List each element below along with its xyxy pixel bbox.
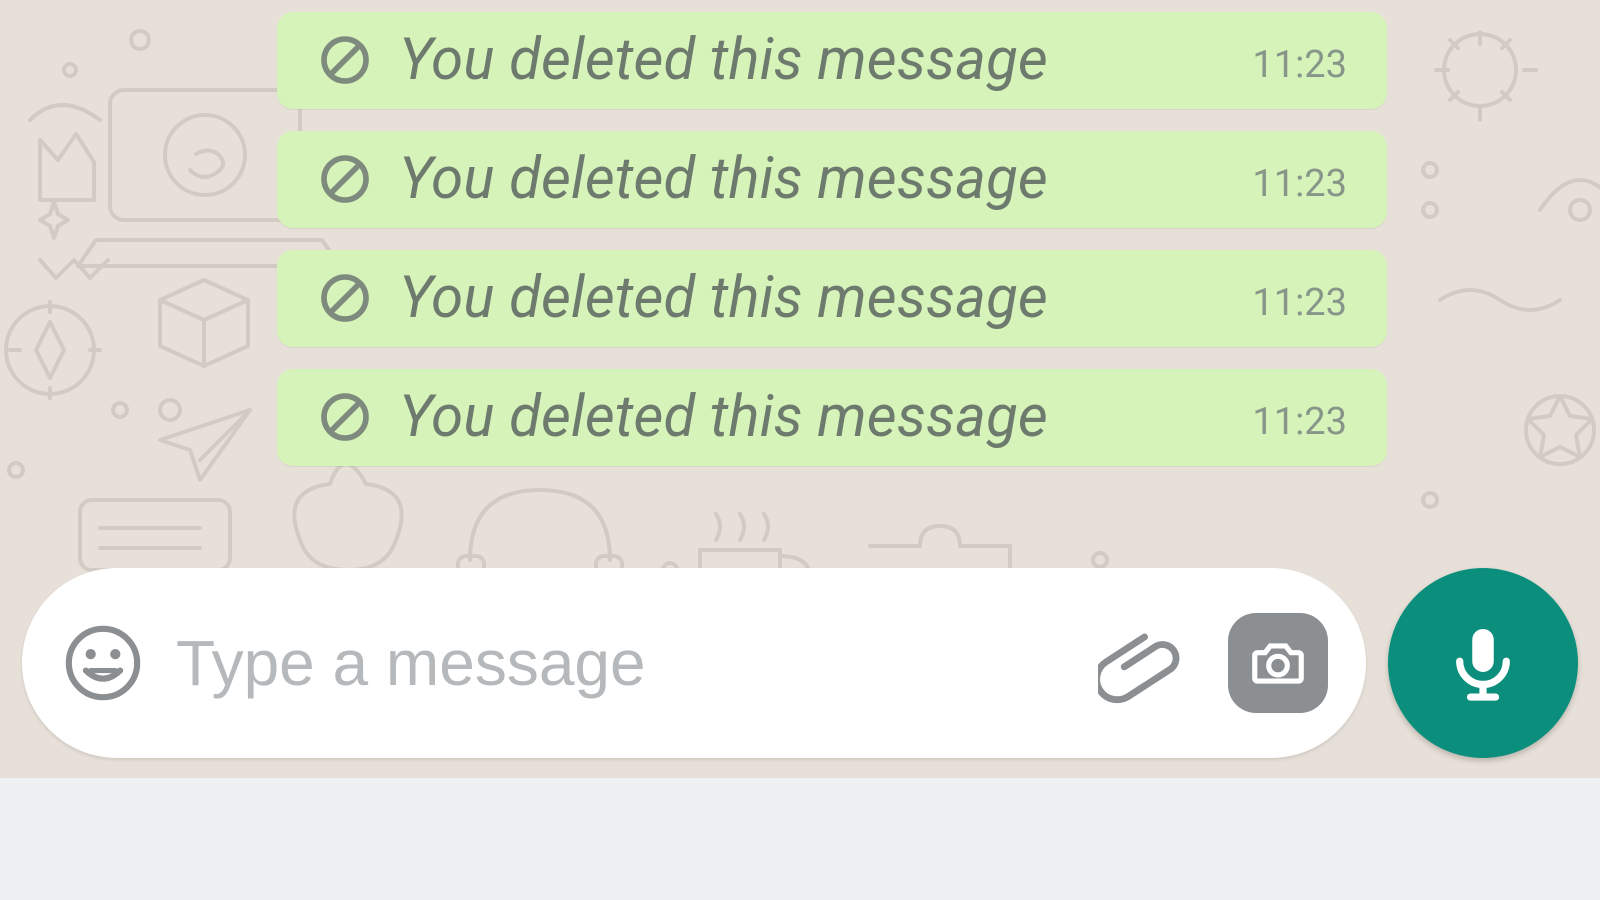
prohibited-icon [317,32,373,88]
camera-icon [1247,632,1309,694]
message-timestamp: 11:23 [1252,162,1347,210]
prohibited-icon [317,389,373,445]
message-list: You deleted this message 11:23 You delet… [277,12,1387,466]
message-bubble-outgoing[interactable]: You deleted this message 11:23 [277,369,1387,466]
paperclip-icon [1098,622,1180,704]
attach-button[interactable] [1096,620,1182,706]
message-composer [22,568,1366,758]
deleted-message-text: You deleted this message [399,30,1214,91]
chat-screen: You deleted this message 11:23 You delet… [0,0,1600,900]
microphone-icon [1440,620,1526,706]
prohibited-icon [317,151,373,207]
bottom-panel [0,778,1600,900]
prohibited-icon [317,270,373,326]
emoji-smile-icon [62,622,144,704]
message-timestamp: 11:23 [1252,281,1347,329]
message-bubble-outgoing[interactable]: You deleted this message 11:23 [277,250,1387,347]
deleted-message-text: You deleted this message [399,149,1214,210]
voice-message-button[interactable] [1388,568,1578,758]
message-input[interactable] [146,568,1086,758]
message-timestamp: 11:23 [1252,400,1347,448]
camera-button[interactable] [1228,613,1328,713]
composer-row [22,568,1578,758]
deleted-message-text: You deleted this message [399,387,1214,448]
emoji-button[interactable] [60,620,146,706]
message-bubble-outgoing[interactable]: You deleted this message 11:23 [277,12,1387,109]
deleted-message-text: You deleted this message [399,268,1214,329]
message-bubble-outgoing[interactable]: You deleted this message 11:23 [277,131,1387,228]
message-timestamp: 11:23 [1252,43,1347,91]
